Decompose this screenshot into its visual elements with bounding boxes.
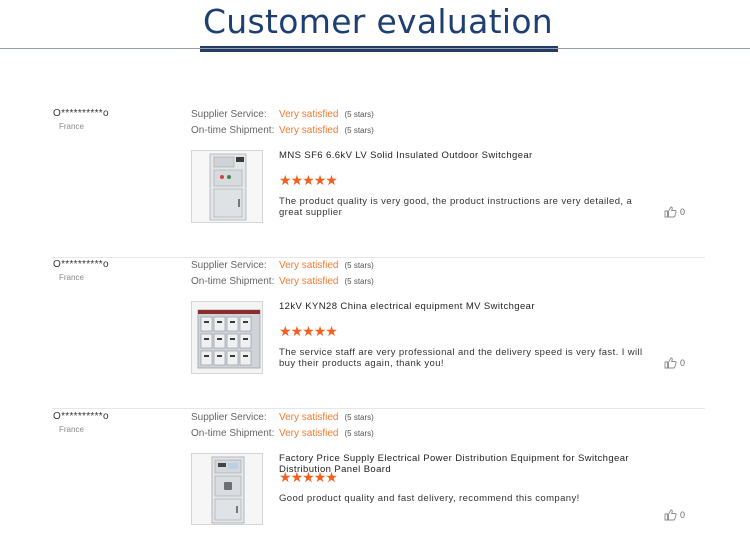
switchgear-panel-image: [192, 302, 262, 373]
reviewer-country: France: [59, 425, 84, 434]
ontime-shipment-value: Very satisfied: [279, 428, 339, 439]
switchgear-cabinet-image: [192, 151, 262, 222]
header-divider: [0, 48, 750, 49]
reviewer-country: France: [59, 273, 84, 282]
ontime-shipment-stars: (5 stars): [344, 277, 374, 286]
review-comment: The service staff are very professional …: [279, 347, 643, 369]
ontime-shipment-rating: On-time Shipment: Very satisfied (5 stars): [191, 124, 374, 138]
title-underline: [200, 46, 558, 52]
product-title-link[interactable]: 12kV KYN28 China electrical equipment MV…: [279, 301, 659, 312]
supplier-service-label: Supplier Service:: [191, 260, 267, 271]
supplier-service-rating: Supplier Service: Very satisfied (5 stars): [191, 411, 374, 425]
title-block: Customer evaluation: [198, 0, 558, 55]
ontime-shipment-label: On-time Shipment:: [191, 276, 275, 287]
supplier-service-value: Very satisfied: [279, 412, 339, 423]
like-count: 0: [680, 509, 686, 520]
supplier-service-value: Very satisfied: [279, 109, 339, 120]
like-button[interactable]: 0: [664, 203, 686, 218]
product-rating-stars: ★★★★★: [279, 469, 338, 485]
supplier-service-label: Supplier Service:: [191, 109, 267, 120]
reviewer-name: O**********o: [53, 108, 109, 119]
like-button[interactable]: 0: [664, 354, 686, 369]
ontime-shipment-rating: On-time Shipment: Very satisfied (5 stars): [191, 427, 374, 441]
product-image[interactable]: [191, 453, 263, 525]
thumbs-up-icon: [664, 206, 677, 218]
review-comment: Good product quality and fast delivery, …: [279, 493, 580, 504]
supplier-service-rating: Supplier Service: Very satisfied (5 stars): [191, 259, 374, 273]
review-item: O**********o France Supplier Service: Ver…: [52, 108, 705, 258]
supplier-service-label: Supplier Service:: [191, 412, 267, 423]
ontime-shipment-value: Very satisfied: [279, 276, 339, 287]
reviewer-country: France: [59, 122, 84, 131]
supplier-service-stars: (5 stars): [344, 261, 374, 270]
product-image[interactable]: [191, 301, 263, 374]
supplier-service-rating: Supplier Service: Very satisfied (5 stars): [191, 108, 374, 122]
ontime-shipment-stars: (5 stars): [344, 126, 374, 135]
product-rating-stars: ★★★★★: [279, 172, 338, 188]
reviewer-name: O**********o: [53, 259, 109, 270]
page-header: Customer evaluation: [0, 0, 750, 58]
star-icon: ★: [325, 172, 338, 188]
like-button[interactable]: 0: [664, 506, 686, 521]
ontime-shipment-label: On-time Shipment:: [191, 428, 275, 439]
star-icon: ★: [325, 323, 338, 339]
thumbs-up-icon: [664, 509, 677, 521]
supplier-service-stars: (5 stars): [344, 413, 374, 422]
review-comment: The product quality is very good, the pr…: [279, 196, 633, 218]
review-item: O**********o France Supplier Service: Ver…: [52, 411, 705, 535]
supplier-service-stars: (5 stars): [344, 110, 374, 119]
ontime-shipment-value: Very satisfied: [279, 125, 339, 136]
product-rating-stars: ★★★★★: [279, 323, 338, 339]
ontime-shipment-stars: (5 stars): [344, 429, 374, 438]
ontime-shipment-label: On-time Shipment:: [191, 125, 275, 136]
like-count: 0: [680, 206, 686, 217]
distribution-cabinet-image: [192, 454, 262, 524]
supplier-service-value: Very satisfied: [279, 260, 339, 271]
review-item: O**********o France Supplier Service: Ver…: [52, 259, 705, 409]
page-title: Customer evaluation: [202, 2, 554, 41]
ontime-shipment-rating: On-time Shipment: Very satisfied (5 stars): [191, 275, 374, 289]
product-title-link[interactable]: MNS SF6 6.6kV LV Solid Insulated Outdoor…: [279, 150, 659, 161]
star-icon: ★: [325, 469, 338, 485]
like-count: 0: [680, 357, 686, 368]
reviewer-name: O**********o: [53, 411, 109, 422]
product-image[interactable]: [191, 150, 263, 223]
thumbs-up-icon: [664, 357, 677, 369]
